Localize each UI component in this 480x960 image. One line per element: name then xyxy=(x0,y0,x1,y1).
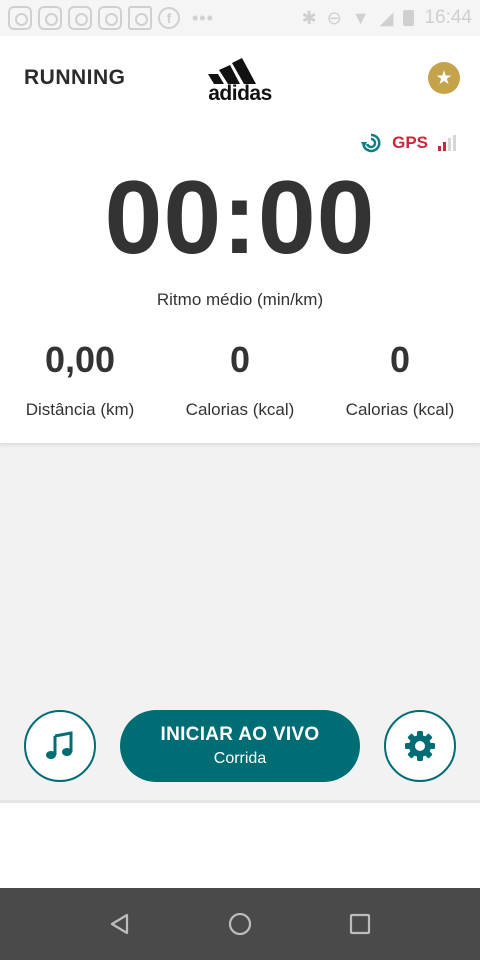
stat-calories-2[interactable]: 0 Calorias (kcal) xyxy=(320,342,480,420)
gps-status: GPS xyxy=(360,132,456,154)
bluetooth-icon: ✱ xyxy=(301,7,317,28)
pace-display: 00:00 xyxy=(104,160,376,276)
stat-label: Distância (km) xyxy=(25,400,135,419)
stat-calories[interactable]: 0 Calorias (kcal) xyxy=(160,342,320,420)
start-button-title: INICIAR AO VIVO xyxy=(160,724,320,745)
start-button-subtitle: Corrida xyxy=(213,750,267,767)
stat-value: 0,00 xyxy=(44,339,116,380)
adidas-stripes-icon xyxy=(208,58,256,84)
instagram-icon xyxy=(8,6,32,30)
sync-icon xyxy=(361,133,381,153)
music-note-icon xyxy=(46,731,73,759)
instagram-icon xyxy=(98,6,122,30)
notification-icons: f ••• xyxy=(8,6,214,30)
favorite-button[interactable]: ★ xyxy=(428,62,460,94)
stat-value: 0 xyxy=(389,339,411,380)
more-notifications-icon: ••• xyxy=(192,7,214,28)
back-icon xyxy=(110,913,129,935)
start-live-button[interactable]: INICIAR AO VIVO Corrida xyxy=(120,710,360,782)
workout-summary-card: RUNNING adidas ★ GPS 00:00 Ritmo médio (… xyxy=(0,36,480,444)
stat-distance[interactable]: 0,00 Distância (km) xyxy=(0,342,160,420)
system-icons: ✱ ⊖ ▼ ◢ 16:44 xyxy=(302,7,472,29)
status-bar: f ••• ✱ ⊖ ▼ ◢ 16:44 xyxy=(0,0,480,36)
system-nav-bar xyxy=(0,888,480,960)
cell-signal-icon: ◢ xyxy=(379,7,394,28)
back-button[interactable] xyxy=(108,912,132,936)
logo-wordmark: adidas xyxy=(208,82,272,105)
wifi-icon: ▼ xyxy=(351,7,370,28)
pace-label: Ritmo médio (min/km) xyxy=(156,290,324,309)
instagram-icon xyxy=(68,6,92,30)
activity-type-title[interactable]: RUNNING xyxy=(24,66,126,90)
gear-icon xyxy=(405,731,435,761)
gps-signal-icon xyxy=(438,135,456,151)
clock: 16:44 xyxy=(424,7,472,28)
bottom-panel xyxy=(0,800,480,888)
stat-label: Calorias (kcal) xyxy=(185,400,295,419)
recents-button[interactable] xyxy=(348,912,372,936)
stat-value: 0 xyxy=(229,339,251,380)
star-icon: ★ xyxy=(435,67,453,89)
dnd-icon: ⊖ xyxy=(326,7,342,28)
recents-icon xyxy=(349,913,371,935)
gps-label: GPS xyxy=(392,133,428,152)
adidas-logo: adidas xyxy=(204,54,276,105)
facebook-icon: f xyxy=(158,7,180,29)
instagram-icon xyxy=(38,6,62,30)
image-icon xyxy=(128,6,152,30)
home-icon xyxy=(228,912,252,936)
stat-label: Calorias (kcal) xyxy=(345,400,455,419)
music-button[interactable] xyxy=(24,710,96,782)
home-button[interactable] xyxy=(228,912,252,936)
settings-button[interactable] xyxy=(384,710,456,782)
battery-icon xyxy=(403,10,415,26)
stats-row: 0,00 Distância (km) 0 Calorias (kcal) 0 … xyxy=(0,342,480,420)
